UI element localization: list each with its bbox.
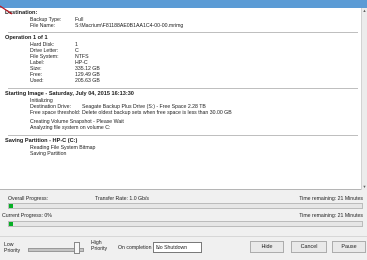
title-bar-strip [0, 0, 367, 8]
used-value: 205.63 GB [75, 78, 100, 84]
scroll-up-icon[interactable]: ▲ [362, 8, 367, 14]
analyzing-text: Analyzing file system on volume C: [30, 125, 111, 131]
scroll-down-icon[interactable]: ▼ [362, 184, 367, 190]
file-name-label: File Name: [30, 23, 56, 29]
on-completion-select[interactable]: No Shutdown ⌄ [153, 242, 202, 253]
starting-image-heading: Starting Image - Saturday, July 04, 2015… [5, 91, 134, 97]
annotation-arrow-icon [0, 5, 13, 15]
overall-time-remaining: Time remaining: 21 Minutes [299, 196, 363, 202]
saving-partition-text: Saving Partition [30, 151, 67, 157]
high-priority-label: High Priority [91, 240, 108, 252]
hide-button[interactable]: Hide [250, 241, 284, 253]
operation-heading: Operation 1 of 1 [5, 35, 48, 41]
overall-progress-label: Overall Progress: [8, 196, 49, 202]
divider [8, 88, 358, 89]
used-label: Used: [30, 78, 44, 84]
saving-partition-heading: Saving Partition - HP-C (C:) [5, 138, 78, 144]
current-time-remaining: Time remaining: 21 Minutes [299, 213, 363, 219]
chevron-down-icon: ⌄ [156, 245, 161, 251]
on-completion-label: On completion [118, 245, 152, 251]
low-priority-label: Low Priority [4, 242, 21, 254]
priority-slider-thumb[interactable] [74, 242, 80, 254]
free-space-threshold-value: Delete oldest backup sets when free spac… [82, 110, 232, 116]
divider [8, 135, 358, 136]
operation-log-panel: Destination: Backup Type: Full File Name… [0, 8, 361, 190]
pause-button[interactable]: Pause [332, 241, 366, 253]
transfer-rate-text: Transfer Rate: 1.0 Gb/s [95, 196, 150, 202]
divider [8, 32, 358, 33]
overall-progress-bar [8, 203, 363, 209]
log-scrollbar[interactable]: ▲ ▼ [361, 8, 367, 190]
file-name-value: S:\Macrium\F81188AE0B1AA1C4-00-00.mrimg [75, 23, 184, 29]
overall-progress-fill [9, 204, 13, 208]
current-progress-label: Current Progress: 0% [2, 213, 52, 219]
cancel-button[interactable]: Cancel [291, 241, 327, 253]
free-space-threshold-label: Free space threshold: [30, 110, 81, 116]
current-progress-fill [9, 222, 13, 226]
current-progress-bar [8, 221, 363, 227]
